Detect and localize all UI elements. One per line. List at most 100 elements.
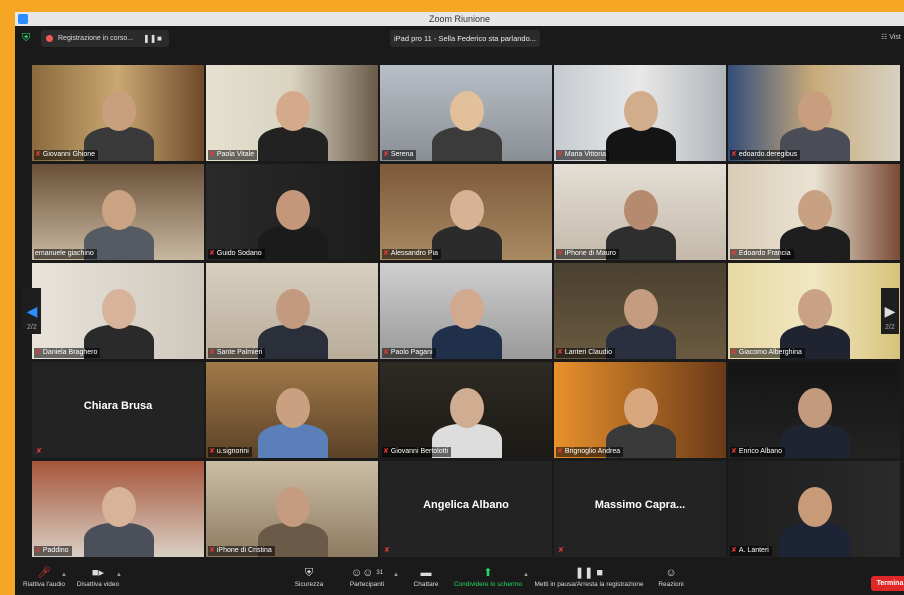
participant-body bbox=[258, 226, 328, 260]
participant-tile[interactable]: ✘ Paolo Pagani bbox=[380, 263, 552, 359]
participant-tile[interactable]: ✘ Giovanni Bertolotti bbox=[380, 362, 552, 458]
muted-mic-icon: ✘ bbox=[209, 547, 215, 554]
unmute-button[interactable]: 🎤︎ Riattiva l'audio bbox=[21, 565, 67, 595]
video-feed bbox=[728, 263, 900, 359]
participant-name-label: ✘ iPhone di Cristina bbox=[208, 546, 275, 556]
participant-tile[interactable]: ✘ Edoardo Francia bbox=[728, 164, 900, 260]
participant-name-label: ✘ u.signorini bbox=[208, 447, 252, 457]
participant-name: Angelica Albano bbox=[423, 499, 509, 511]
participant-body bbox=[258, 325, 328, 359]
participant-name-label: ✘ Serena bbox=[382, 150, 417, 160]
muted-mic-icon: ✘ bbox=[557, 151, 563, 158]
participant-body bbox=[258, 127, 328, 161]
participant-tile[interactable]: ✘ Serena bbox=[380, 65, 552, 161]
video-feed bbox=[206, 164, 378, 260]
muted-mic-icon: ✘ bbox=[731, 349, 737, 356]
security-label: Sicurezza bbox=[294, 581, 324, 588]
participant-tile[interactable]: ✘ iPhone di Mauro bbox=[554, 164, 726, 260]
participant-tile[interactable]: ✘ iPhone di Cristina bbox=[206, 461, 378, 557]
participant-head bbox=[798, 487, 832, 527]
participant-body bbox=[780, 523, 850, 557]
participant-name: Paddino bbox=[42, 547, 69, 554]
participant-tile[interactable]: ✘ u.signorini bbox=[206, 362, 378, 458]
share-screen-label: Condividere lo schermo bbox=[453, 581, 523, 588]
pause-stop-icon: ❚❚ ■ bbox=[574, 567, 604, 579]
participant-name: Maria Vittoria bbox=[564, 151, 606, 158]
page-indicator-left: 2/2 bbox=[27, 324, 37, 331]
zoom-window: Zoom Riunione ⛨ Registrazione in corso..… bbox=[15, 12, 904, 595]
participant-tile[interactable]: ✘ Giacomo Alberghina bbox=[728, 263, 900, 359]
participant-head bbox=[450, 388, 484, 428]
participants-options-caret[interactable]: ▲ bbox=[393, 572, 399, 578]
participant-tile[interactable]: ✘ Paddino bbox=[32, 461, 204, 557]
participant-tile[interactable]: Massimo Capra... ✘ bbox=[554, 461, 726, 557]
video-feed bbox=[32, 263, 204, 359]
participant-name: Paola Vitale bbox=[216, 151, 255, 158]
video-options-caret[interactable]: ▲ bbox=[116, 572, 122, 578]
participant-tile[interactable]: ✘ Maria Vittoria bbox=[554, 65, 726, 161]
participant-tile[interactable]: Chiara Brusa ✘ bbox=[32, 362, 204, 458]
video-feed bbox=[206, 461, 378, 557]
muted-mic-icon: ✘ bbox=[36, 448, 42, 455]
participant-name: Giovanni Ghione bbox=[42, 151, 96, 158]
muted-mic-icon: ✘ bbox=[557, 250, 563, 257]
muted-mic-icon: ✘ bbox=[731, 250, 737, 257]
participant-name-label: emanuele giachino bbox=[34, 249, 97, 259]
muted-mic-icon: ✘ bbox=[557, 448, 563, 455]
participant-body bbox=[606, 127, 676, 161]
end-meeting-button[interactable]: Termina bbox=[871, 576, 904, 591]
chat-bubble-icon: ▬ bbox=[420, 567, 432, 579]
share-options-caret[interactable]: ▲ bbox=[523, 572, 529, 578]
muted-mic-icon: ✘ bbox=[731, 151, 737, 158]
video-feed bbox=[728, 164, 900, 260]
participant-name: Edoardo Francia bbox=[738, 250, 791, 257]
participant-tile[interactable]: ✘ Lanteri Claudio bbox=[554, 263, 726, 359]
video-feed bbox=[32, 65, 204, 161]
participant-tile[interactable]: ✘ Daniela Braghero bbox=[32, 263, 204, 359]
participant-name: Massimo Capra... bbox=[594, 499, 686, 511]
participant-tile[interactable]: ✘ Brignoglio Andrea bbox=[554, 362, 726, 458]
participant-body bbox=[84, 523, 154, 557]
participant-tile[interactable]: ✘ Alessandro Pia bbox=[380, 164, 552, 260]
participant-tile[interactable]: Angelica Albano ✘ bbox=[380, 461, 552, 557]
participant-head bbox=[624, 91, 658, 131]
video-feed bbox=[728, 362, 900, 458]
participant-head bbox=[276, 487, 310, 527]
video-feed bbox=[380, 65, 552, 161]
participant-name-label: ✘ Maria Vittoria bbox=[556, 150, 609, 160]
participant-name: Enrico Albano bbox=[738, 448, 783, 455]
participant-tile[interactable]: ✘ Sante Palmieri bbox=[206, 263, 378, 359]
muted-mic-icon: ✘ bbox=[731, 547, 737, 554]
participant-name: u.signorini bbox=[216, 448, 249, 455]
chat-button[interactable]: ▬ Chattare bbox=[409, 565, 443, 595]
participant-head bbox=[450, 190, 484, 230]
participant-tile[interactable]: ✘ A. Lanteri bbox=[728, 461, 900, 557]
stop-video-button[interactable]: ■▸ Disattiva video bbox=[75, 565, 121, 595]
muted-mic-icon: ✘ bbox=[731, 448, 737, 455]
participant-head bbox=[102, 190, 136, 230]
page-indicator-right: 2/2 bbox=[885, 324, 895, 331]
participant-name: Daniela Braghero bbox=[42, 349, 98, 356]
participant-name: iPhone di Mauro bbox=[564, 250, 616, 257]
participant-name: emanuele giachino bbox=[35, 250, 94, 257]
participants-button[interactable]: ☺☺ 31 Partecipanti bbox=[345, 565, 389, 595]
participant-tile[interactable]: ✘ Guido Sodano bbox=[206, 164, 378, 260]
participant-tile[interactable]: ✘ Enrico Albano bbox=[728, 362, 900, 458]
participant-name: Sante Palmieri bbox=[216, 349, 263, 356]
pause-stop-recording-label: Metti in pausa/Arresta la registrazione bbox=[534, 581, 644, 588]
pause-stop-recording-button[interactable]: ❚❚ ■ Metti in pausa/Arresta la registraz… bbox=[530, 565, 648, 595]
security-button[interactable]: ⛨ Sicurezza bbox=[289, 565, 329, 595]
reactions-button[interactable]: ☺ Reazioni bbox=[653, 565, 689, 595]
participant-tile[interactable]: ✘ Giovanni Ghione bbox=[32, 65, 204, 161]
participant-body bbox=[432, 127, 502, 161]
participant-tile[interactable]: emanuele giachino bbox=[32, 164, 204, 260]
participant-head bbox=[798, 91, 832, 131]
participant-name-label: ✘ Paolo Pagani bbox=[382, 348, 436, 358]
participant-tile[interactable]: ✘ edoardo.deregibus bbox=[728, 65, 900, 161]
muted-mic-icon: ✘ bbox=[383, 349, 389, 356]
audio-options-caret[interactable]: ▲ bbox=[61, 572, 67, 578]
participant-tile[interactable]: ✘ Paola Vitale bbox=[206, 65, 378, 161]
share-screen-button[interactable]: ⬆ Condividere lo schermo bbox=[451, 565, 525, 595]
participant-name-label: ✘ Guido Sodano bbox=[208, 249, 265, 259]
participant-name-label: ✘ Paola Vitale bbox=[208, 150, 258, 160]
